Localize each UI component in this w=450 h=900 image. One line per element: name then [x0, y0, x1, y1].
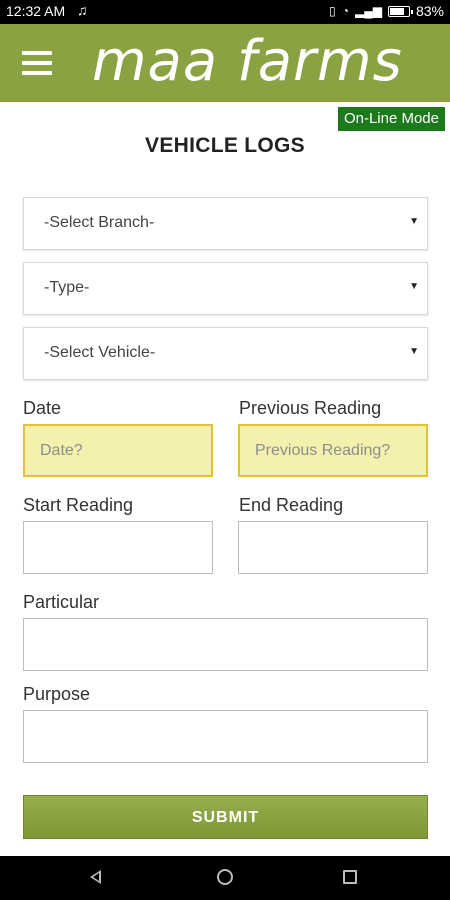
- vehicle-select[interactable]: -Select Vehicle- ▼: [23, 327, 428, 380]
- status-time: 12:32 AM: [6, 3, 66, 19]
- recent-apps-square-icon[interactable]: [343, 870, 357, 884]
- music-note-icon: ♫: [77, 2, 88, 18]
- navigation-bar: [0, 856, 450, 900]
- branch-select-value: -Select Branch-: [44, 214, 155, 231]
- purpose-field[interactable]: [23, 710, 428, 763]
- branch-select[interactable]: -Select Branch- ▼: [23, 197, 428, 250]
- battery-icon: [387, 5, 413, 17]
- previous-reading-placeholder: Previous Reading?: [255, 442, 391, 459]
- battery-percent: 83%: [415, 3, 444, 19]
- signal-icon: ▂▄▆: [355, 4, 382, 18]
- start-reading-label: Start Reading: [23, 495, 134, 515]
- type-select-value: -Type-: [44, 279, 90, 296]
- online-mode-badge: On-Line Mode: [337, 107, 445, 131]
- particular-field[interactable]: [23, 618, 428, 671]
- chevron-down-icon: ▼: [409, 281, 419, 292]
- app-logo: maa farms: [92, 29, 403, 94]
- purpose-label: Purpose: [23, 684, 91, 704]
- vibrate-icon: ▯: [329, 4, 336, 18]
- app-screen: maa farms On-Line Mode VEHICLE LOGS -Sel…: [0, 24, 450, 856]
- type-select[interactable]: -Type- ▼: [23, 262, 428, 315]
- vehicle-select-value: -Select Vehicle-: [44, 344, 156, 361]
- start-reading-field[interactable]: [23, 521, 213, 574]
- status-icons: ▯ ◔ ▂▄▆ 83%: [329, 3, 444, 19]
- end-reading-label: End Reading: [239, 495, 344, 515]
- home-circle-icon[interactable]: [217, 869, 233, 885]
- hamburger-menu-icon[interactable]: [22, 51, 52, 75]
- app-header: maa farms: [0, 24, 450, 102]
- date-label: Date: [23, 398, 62, 418]
- particular-label: Particular: [23, 592, 100, 612]
- date-placeholder: Date?: [40, 442, 83, 459]
- date-field[interactable]: Date?: [23, 424, 213, 477]
- chevron-down-icon: ▼: [409, 216, 419, 227]
- page-title: VEHICLE LOGS: [145, 134, 305, 157]
- end-reading-field[interactable]: [238, 521, 428, 574]
- chevron-down-icon: ▼: [409, 346, 419, 357]
- submit-button[interactable]: SUBMIT: [23, 795, 428, 839]
- back-triangle-icon[interactable]: [90, 870, 101, 884]
- previous-reading-label: Previous Reading: [239, 398, 382, 418]
- status-bar: 12:32 AM ♫ ▯ ◔ ▂▄▆ 83%: [0, 0, 450, 24]
- previous-reading-field[interactable]: Previous Reading?: [238, 424, 428, 477]
- wifi-icon: ◔: [341, 4, 349, 18]
